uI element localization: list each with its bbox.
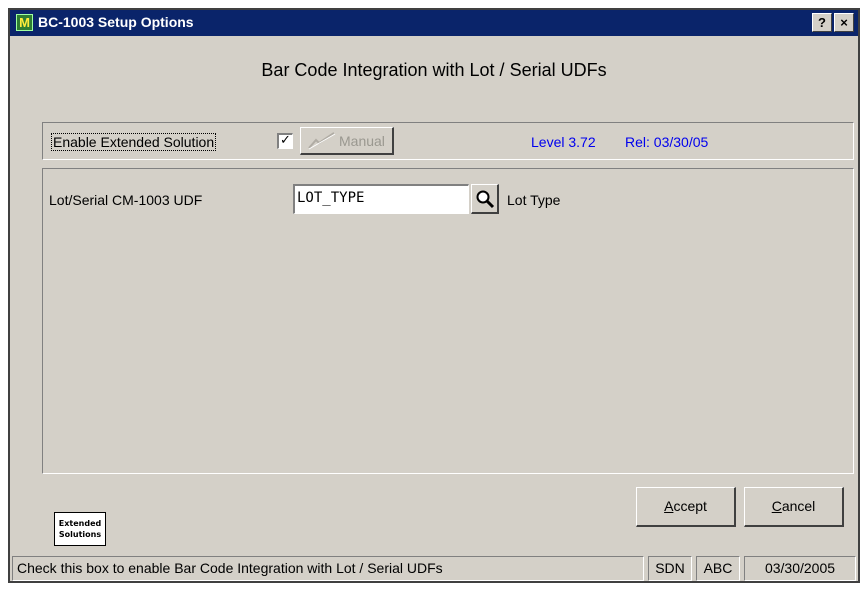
enable-extended-solution-label[interactable]: Enable Extended Solution [51,133,217,151]
release-date-text: Rel: 03/30/05 [625,134,709,150]
lot-serial-udf-input[interactable]: LOT_TYPE [293,184,469,214]
status-date: 03/30/2005 [744,556,856,581]
udf-panel: Lot/Serial CM-1003 UDF LOT_TYPE Lot Type [42,168,854,474]
app-icon: M [16,14,33,31]
accept-label: ccept [673,498,707,514]
status-user: SDN [648,556,692,581]
page-heading: Bar Code Integration with Lot / Serial U… [261,60,607,80]
magnifier-icon [476,190,495,209]
enable-panel: Enable Extended Solution ✓ Manual Level … [42,122,854,160]
enable-extended-solution-checkbox[interactable]: ✓ [277,133,293,149]
lookup-button[interactable] [471,184,499,214]
status-message: Check this box to enable Bar Code Integr… [12,556,644,581]
cancel-button[interactable]: Cancel [744,487,844,527]
pen-icon [308,132,336,150]
manual-button-label: Manual [339,133,385,149]
manual-button[interactable]: Manual [300,127,394,155]
window-title: BC-1003 Setup Options [38,14,194,30]
level-text: Level 3.72 [531,134,596,150]
extended-solutions-logo: Extended Solutions [54,512,106,546]
help-button[interactable]: ? [812,13,832,32]
status-company: ABC [696,556,740,581]
cancel-mnemonic: C [771,498,782,514]
setup-options-window: M BC-1003 Setup Options ? × Bar Code Int… [8,8,860,583]
title-bar[interactable]: M BC-1003 Setup Options ? × [10,10,858,36]
status-bar: Check this box to enable Bar Code Integr… [10,556,858,581]
logo-line-1: Extended [58,519,102,528]
accept-button[interactable]: Accept [636,487,736,527]
close-button[interactable]: × [834,13,854,32]
cancel-label: ancel [781,498,816,514]
logo-line-2: Solutions [58,530,102,539]
udf-description: Lot Type [507,192,561,208]
lot-serial-udf-label: Lot/Serial CM-1003 UDF [49,192,203,208]
